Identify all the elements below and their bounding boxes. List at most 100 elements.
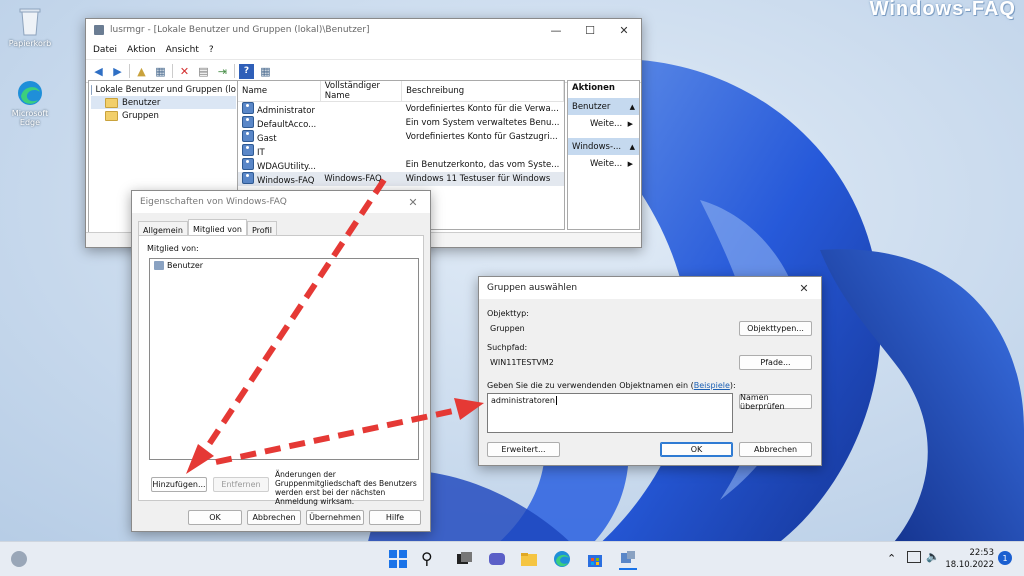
help-button[interactable]: Hilfe — [369, 510, 421, 525]
notification-badge[interactable]: 1 — [998, 551, 1012, 565]
table-row[interactable]: IT — [238, 144, 564, 158]
users-groups-icon — [91, 84, 92, 95]
membership-note: Änderungen der Gruppenmitgliedschaft des… — [275, 470, 417, 506]
tray-chevron-icon[interactable]: ⌃ — [887, 552, 896, 565]
apply-button[interactable]: Übernehmen — [306, 510, 364, 525]
object-types-button[interactable]: Objekttypen... — [739, 321, 812, 336]
close-button[interactable]: ✕ — [607, 19, 641, 41]
maximize-button[interactable]: ☐ — [573, 19, 607, 41]
ok-button[interactable]: OK — [660, 442, 733, 457]
desktop: Windows-FAQ Papierkorb Microsoft Edge lu… — [0, 0, 1024, 576]
edge-icon — [17, 80, 43, 106]
object-names-label: Geben Sie die zu verwendenden Objektname… — [487, 381, 736, 390]
actions-item-weitere[interactable]: Weite... ▶ — [568, 155, 639, 172]
paths-button[interactable]: Pfade... — [739, 355, 812, 370]
menu-datei[interactable]: Datei — [93, 45, 117, 55]
actions-pane: Aktionen Benutzer ▲ Weite... ▶ Windows-.… — [567, 80, 640, 230]
clock-date: 18.10.2022 — [945, 560, 994, 570]
table-row[interactable]: Gast Vordefiniertes Konto für Gastzugri.… — [238, 130, 564, 144]
object-names-value: administratoren — [491, 396, 555, 405]
collapse-arrow-icon: ▲ — [629, 102, 635, 111]
toolbar-separator — [234, 64, 235, 78]
volume-icon[interactable]: 🔈 — [926, 550, 940, 563]
tree-item-benutzer[interactable]: Benutzer — [91, 96, 236, 109]
recycle-bin-desktop-icon[interactable]: Papierkorb — [0, 6, 60, 48]
examples-link[interactable]: Beispiele — [694, 381, 730, 390]
table-row[interactable]: Windows-FAQ Windows-FAQ Windows 11 Testu… — [238, 172, 564, 186]
text-cursor — [555, 396, 557, 405]
close-button[interactable]: ✕ — [787, 277, 821, 299]
check-names-button[interactable]: Namen überprüfen — [739, 393, 812, 411]
cancel-button[interactable]: Abbrechen — [739, 442, 812, 457]
delete-icon[interactable]: ✕ — [177, 64, 192, 79]
menubar: Datei Aktion Ansicht ? — [86, 41, 641, 59]
column-header-fullname[interactable]: Vollständiger Name — [320, 81, 403, 102]
actions-group-windows-faq[interactable]: Windows-... ▲ — [568, 138, 639, 155]
ok-button[interactable]: OK — [188, 510, 242, 525]
start-button-icon[interactable] — [389, 550, 407, 568]
cancel-button[interactable]: Abbrechen — [247, 510, 301, 525]
up-folder-icon[interactable]: ▲ — [134, 64, 149, 79]
actions-group-label: Benutzer — [572, 101, 611, 112]
lusrmgr-titlebar[interactable]: lusrmgr - [Lokale Benutzer und Gruppen (… — [86, 19, 641, 41]
member-list: Benutzer — [149, 258, 419, 460]
user-icon — [242, 116, 254, 128]
minimize-button[interactable]: — — [539, 19, 573, 41]
lusrmgr-taskbar-icon[interactable] — [619, 550, 637, 570]
row-name: IT — [257, 148, 265, 158]
tree-item-gruppen[interactable]: Gruppen — [91, 109, 236, 122]
recycle-bin-icon — [17, 6, 43, 36]
user-icon — [242, 172, 254, 184]
properties-titlebar[interactable]: Eigenschaften von Windows-FAQ ✕ — [132, 191, 430, 213]
object-names-input[interactable]: administratoren — [487, 393, 733, 433]
actions-group-benutzer[interactable]: Benutzer ▲ — [568, 98, 639, 115]
network-icon[interactable] — [907, 551, 921, 563]
row-fullname: Windows-FAQ — [324, 174, 382, 184]
store-icon[interactable] — [586, 550, 604, 568]
row-name: Administrator — [257, 106, 315, 116]
list-item[interactable]: Benutzer — [150, 259, 418, 272]
menu-aktion[interactable]: Aktion — [127, 45, 156, 55]
edge-icon[interactable] — [553, 550, 571, 568]
export-icon[interactable]: ⇥ — [215, 64, 230, 79]
properties-icon[interactable]: ▤ — [196, 64, 211, 79]
task-view-icon[interactable] — [455, 550, 473, 568]
user-icon — [242, 144, 254, 156]
tree-item-label: Gruppen — [122, 110, 159, 121]
column-header-description[interactable]: Beschreibung — [401, 81, 564, 102]
forward-icon[interactable]: ▶ — [110, 64, 125, 79]
search-icon[interactable]: ⚲ — [421, 550, 439, 568]
actions-item-weitere[interactable]: Weite... ▶ — [568, 115, 639, 132]
actions-group-label: Windows-... — [572, 141, 622, 152]
table-row[interactable]: DefaultAcco... Ein vom System verwaltete… — [238, 116, 564, 130]
submenu-arrow-icon: ▶ — [627, 119, 633, 128]
clock-time: 22:53 — [969, 548, 995, 558]
close-button[interactable]: ✕ — [396, 191, 430, 213]
remove-button[interactable]: Entfernen — [213, 477, 269, 492]
add-button[interactable]: Hinzufügen... — [151, 477, 207, 492]
search-path-label: Suchpfad: — [487, 343, 528, 352]
clock[interactable]: 22:53 18.10.2022 — [944, 547, 994, 571]
menu-ansicht[interactable]: Ansicht — [166, 45, 199, 55]
help-icon[interactable]: ? — [239, 63, 254, 79]
back-icon[interactable]: ◀ — [91, 64, 106, 79]
tree-root[interactable]: Lokale Benutzer und Gruppen (lo — [91, 83, 236, 96]
row-fullname — [320, 116, 401, 130]
row-name: DefaultAcco... — [257, 120, 317, 130]
show-tree-icon[interactable]: ▦ — [153, 64, 168, 79]
menu-help[interactable]: ? — [209, 45, 214, 55]
row-description: Windows 11 Testuser für Windows — [405, 174, 551, 184]
table-row[interactable]: Administrator Vordefiniertes Konto für d… — [238, 102, 564, 116]
select-groups-titlebar[interactable]: Gruppen auswählen ✕ — [479, 277, 821, 299]
column-header-name[interactable]: Name — [238, 81, 321, 102]
chat-icon[interactable] — [488, 550, 506, 568]
weather-icon[interactable] — [11, 551, 27, 567]
table-row[interactable]: WDAGUtility... Ein Benutzerkonto, das vo… — [238, 158, 564, 172]
file-explorer-icon[interactable] — [520, 550, 538, 568]
advanced-button[interactable]: Erweitert... — [487, 442, 560, 457]
view-icon[interactable]: ▦ — [258, 64, 273, 79]
user-icon — [242, 130, 254, 142]
object-type-field: Gruppen — [487, 322, 734, 335]
actions-item-label: Weite... — [590, 158, 623, 169]
edge-desktop-icon[interactable]: Microsoft Edge — [0, 80, 60, 127]
